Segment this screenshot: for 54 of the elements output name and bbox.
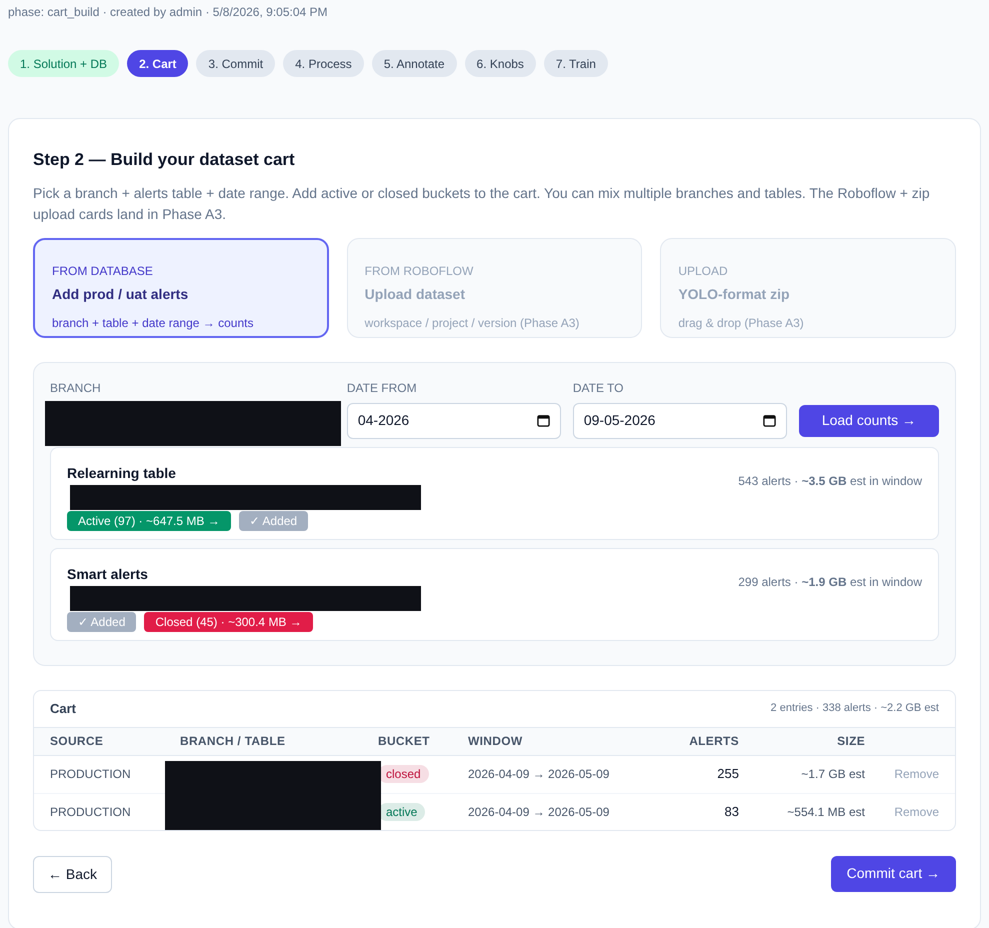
step-tab[interactable]: 3. Commit xyxy=(196,50,276,77)
step-tab[interactable]: 7. Train xyxy=(544,50,608,77)
column-header: BRANCH / TABLE xyxy=(180,733,286,750)
card-hint: workspace / project / version (Phase A3) xyxy=(364,314,580,332)
step-tab[interactable]: 1. Solution + DB xyxy=(8,50,120,77)
table-cell-text: 255 xyxy=(716,765,739,784)
card-eyebrow: FROM DATABASE xyxy=(52,262,154,280)
field-label: DATE FROM xyxy=(346,380,418,396)
card-eyebrow: FROM ROBOFLOW xyxy=(364,262,474,280)
column-header: SOURCE xyxy=(50,733,104,750)
column-header: SIZE xyxy=(836,733,865,750)
field-label: DATE TO xyxy=(572,380,625,396)
date-field[interactable]: 09-05-2026 xyxy=(572,402,787,438)
step-tab[interactable]: 2. Cart xyxy=(127,50,188,77)
table-cell-text: 2026-04-09 → 2026-05-09 xyxy=(468,804,610,820)
step-tab[interactable]: 5. Annotate xyxy=(372,50,457,77)
calendar-icon[interactable] xyxy=(762,414,776,427)
section-title: Step 2 — Build your dataset cart xyxy=(33,149,296,171)
calendar-icon[interactable] xyxy=(536,414,550,427)
table-name: Smart alerts xyxy=(67,564,149,584)
table-summary: 299 alerts · ~1.9 GB est in window xyxy=(738,574,922,590)
column-header: WINDOW xyxy=(468,733,524,750)
table-cell-text: ~554.1 MB est xyxy=(786,804,865,820)
cart-title: Cart xyxy=(50,700,76,718)
back-button[interactable]: ← Back xyxy=(33,856,112,892)
bucket-badge: active xyxy=(378,802,426,820)
table-cell-text: PRODUCTION xyxy=(50,804,132,820)
table-cell-text: 83 xyxy=(724,802,739,821)
card-title: Upload dataset xyxy=(364,284,466,304)
table-name: Relearning table xyxy=(67,464,177,483)
bucket-button[interactable]: Closed (45) · ~300.4 MB → xyxy=(144,612,313,632)
table-summary: 543 alerts · ~3.5 GB est in window xyxy=(738,472,922,490)
table-cell-text: ~1.7 GB est xyxy=(800,766,865,783)
load-counts-button[interactable]: Load counts → xyxy=(798,404,939,436)
column-header: BUCKET xyxy=(378,733,431,750)
step-tab[interactable]: 4. Process xyxy=(283,50,364,77)
card-title: Add prod / uat alerts xyxy=(52,284,190,304)
meta-text: phase: cart_build · created by admin · 5/8/2026, 9:05:04 PM xyxy=(8,4,329,21)
card-hint: branch + table + date range → counts xyxy=(52,314,254,332)
table-cell-text: 2026-04-09 → 2026-05-09 xyxy=(468,766,610,783)
column-header: ALERTS xyxy=(688,733,739,750)
field-label: BRANCH xyxy=(50,380,102,396)
bucket-button[interactable]: Active (97) · ~647.5 MB → xyxy=(67,510,231,530)
source-card[interactable]: FROM DATABASE Add prod / uat alerts branch + table + date range → counts xyxy=(33,238,329,338)
description-text: Pick a branch + alerts table + date range. Add active or closed buckets to the cart. You can mix multiple branches and tables. The Roboflow + zip upload cards land in Phase A3. xyxy=(33,184,931,224)
card-eyebrow: UPLOAD xyxy=(678,262,729,280)
table-cell-text: PRODUCTION xyxy=(50,766,132,783)
card-hint: drag & drop (Phase A3) xyxy=(678,314,805,332)
card-title: YOLO-format zip xyxy=(678,284,791,304)
step-tab[interactable]: 6. Knobs xyxy=(464,50,536,77)
cart-summary: 2 entries · 338 alerts · ~2.2 GB est xyxy=(770,701,939,716)
date-field[interactable]: 04-2026 xyxy=(346,402,561,438)
bucket-badge: closed xyxy=(378,765,429,783)
commit-button[interactable]: Commit cart → xyxy=(830,856,956,892)
